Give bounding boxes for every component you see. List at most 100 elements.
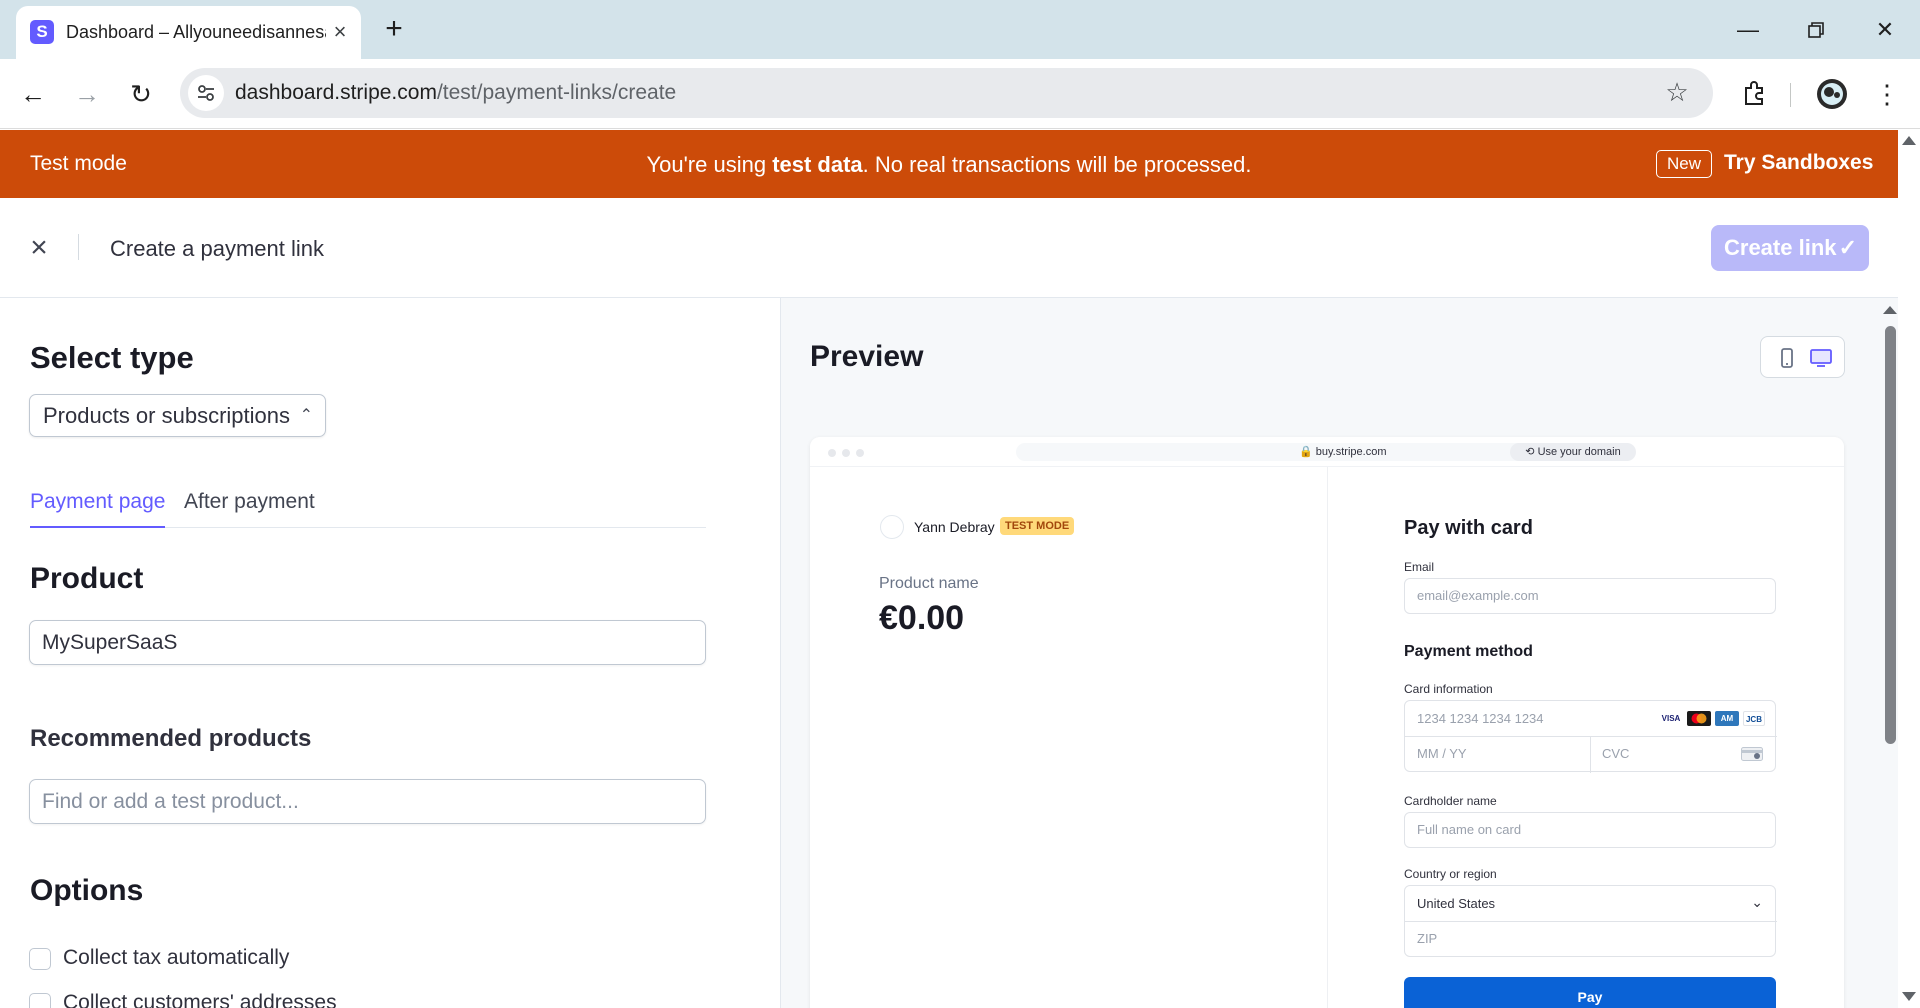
create-link-button[interactable]: Create link ✓ <box>1711 225 1869 271</box>
site-info-icon[interactable] <box>188 75 224 111</box>
browser-toolbar: ← → ↻ dashboard.stripe.com/test/payment-… <box>0 59 1920 129</box>
preview-url: buy.stripe.com <box>1315 446 1387 458</box>
country-label: Country or region <box>1404 867 1497 881</box>
toolbar-separator <box>1790 83 1791 107</box>
restore-icon[interactable] <box>1796 14 1836 46</box>
card-divider <box>1405 736 1777 737</box>
stripe-favicon-icon: S <box>30 20 54 44</box>
test-mode-banner: Test mode You're using test data. No rea… <box>0 130 1898 198</box>
use-your-domain-button[interactable]: ⟲ Use your domain <box>1510 443 1636 461</box>
cardholder-field: Full name on card <box>1404 812 1776 848</box>
extensions-puzzle-icon[interactable] <box>1738 77 1772 111</box>
card-divider <box>1590 736 1591 773</box>
message-pre: You're using <box>646 152 773 177</box>
test-mode-message: You're using test data. No real transact… <box>0 152 1898 178</box>
browser-menu-icon[interactable]: ⋮ <box>1870 77 1904 111</box>
url-text: dashboard.stripe.com/test/payment-links/… <box>235 81 676 105</box>
preview-panel: Preview 🔒 buy.stripe.com ⟲ Use your doma… <box>780 298 1882 1008</box>
cardholder-label: Cardholder name <box>1404 794 1497 808</box>
payment-method-heading: Payment method <box>1404 643 1533 660</box>
product-input[interactable]: MySuperSaaS <box>29 620 706 665</box>
checkbox[interactable] <box>29 993 51 1008</box>
url-path: /test/payment-links/create <box>436 81 677 104</box>
minimize-icon[interactable]: — <box>1728 14 1768 46</box>
use-domain-label: Use your domain <box>1537 446 1621 458</box>
chevron-updown-icon: ⌃ <box>299 407 313 424</box>
chevron-down-icon: ⌄ <box>1751 894 1763 910</box>
desktop-device-icon[interactable] <box>1809 346 1833 370</box>
mastercard-icon <box>1687 711 1711 726</box>
window-dot <box>856 449 864 457</box>
preview-heading: Preview <box>810 340 924 373</box>
preview-browser-bar: 🔒 buy.stripe.com ⟲ Use your domain <box>810 437 1844 467</box>
close-icon[interactable]: × <box>26 233 52 263</box>
visa-icon: VISA <box>1659 711 1683 726</box>
try-sandboxes-link[interactable]: Try Sandboxes <box>1724 151 1873 175</box>
options-heading: Options <box>30 874 144 907</box>
new-tab-plus-icon[interactable]: + <box>380 14 408 44</box>
browser-tab-bar: S Dashboard – Allyouneedisannesalvetti ×… <box>0 0 1920 59</box>
scrollbar-thumb[interactable] <box>1885 326 1896 744</box>
tab-close-icon[interactable]: × <box>330 21 350 43</box>
checkout-preview-frame: 🔒 buy.stripe.com ⟲ Use your domain Yann … <box>810 437 1844 1008</box>
card-info-label: Card information <box>1404 682 1493 696</box>
page-header: × Create a payment link Create link ✓ <box>0 198 1898 298</box>
panel-scrollbar[interactable] <box>1882 298 1898 1008</box>
bookmark-star-icon[interactable]: ☆ <box>1663 78 1691 106</box>
amex-icon: AM <box>1715 711 1739 726</box>
config-panel: Select type Products or subscriptions ⌃ P… <box>0 298 780 1008</box>
select-type-heading: Select type <box>30 340 194 375</box>
recommended-heading: Recommended products <box>30 725 312 752</box>
header-separator <box>78 234 79 260</box>
close-window-icon[interactable]: ✕ <box>1865 14 1905 46</box>
window-dot <box>828 449 836 457</box>
browser-tab[interactable]: S Dashboard – Allyouneedisannesalvetti × <box>16 6 361 59</box>
preview-url-text: 🔒 buy.stripe.com <box>1299 446 1387 458</box>
merchant-name: Yann Debray <box>914 519 995 535</box>
address-bar[interactable]: dashboard.stripe.com/test/payment-links/… <box>180 68 1713 118</box>
test-mode-badge: TEST MODE <box>1000 517 1075 535</box>
card-information-field: 1234 1234 1234 1234 VISA AM JCB MM / YY … <box>1404 700 1777 773</box>
tab-title: Dashboard – Allyouneedisannesalvetti <box>66 22 326 42</box>
back-arrow-icon[interactable]: ← <box>16 77 50 111</box>
product-heading: Product <box>30 562 144 595</box>
scroll-up-arrow-icon[interactable] <box>1902 136 1916 145</box>
checkbox[interactable] <box>29 948 51 970</box>
country-divider <box>1405 921 1777 922</box>
type-select-value: Products or subscriptions <box>43 403 290 428</box>
product-price: €0.00 <box>879 599 965 637</box>
cvc-card-icon <box>1741 747 1763 761</box>
profile-avatar[interactable] <box>1815 77 1849 111</box>
scroll-up-arrow-icon[interactable] <box>1883 306 1897 314</box>
new-badge: New <box>1656 150 1712 178</box>
message-bold: test data <box>772 152 863 177</box>
product-name: Product name <box>879 575 979 592</box>
card-number-field: 1234 1234 1234 1234 <box>1417 711 1544 726</box>
zip-field: ZIP <box>1417 931 1438 946</box>
jcb-icon: JCB <box>1743 711 1765 726</box>
recommended-product-search[interactable]: Find or add a test product... <box>29 779 706 824</box>
tab-list: Payment page After payment <box>30 490 706 528</box>
page-scrollbar[interactable] <box>1898 130 1920 1008</box>
country-value: United States <box>1417 896 1496 911</box>
cvc-field: CVC <box>1602 746 1630 761</box>
type-select[interactable]: Products or subscriptions ⌃ <box>29 394 326 437</box>
window-dot <box>842 449 850 457</box>
option-label: Collect customers' addresses <box>63 991 337 1008</box>
url-host: dashboard.stripe.com <box>235 81 437 104</box>
create-link-label: Create link <box>1724 235 1837 260</box>
forward-arrow-icon[interactable]: → <box>70 77 104 111</box>
device-toggle <box>1760 336 1845 378</box>
merchant-store-icon <box>880 515 904 539</box>
email-field: email@example.com <box>1404 578 1776 614</box>
preview-divider <box>1327 467 1328 1008</box>
country-region-field: United States ⌄ ZIP <box>1404 885 1777 957</box>
mobile-device-icon[interactable] <box>1775 346 1799 370</box>
reload-icon[interactable]: ↻ <box>124 77 158 111</box>
check-icon: ✓ <box>1838 235 1857 260</box>
message-post: . No real transactions will be processed… <box>862 152 1252 177</box>
option-label: Collect tax automatically <box>63 946 290 969</box>
tab-after-payment[interactable]: After payment <box>184 490 315 528</box>
scroll-down-arrow-icon[interactable] <box>1902 992 1916 1001</box>
tab-payment-page[interactable]: Payment page <box>30 490 166 528</box>
